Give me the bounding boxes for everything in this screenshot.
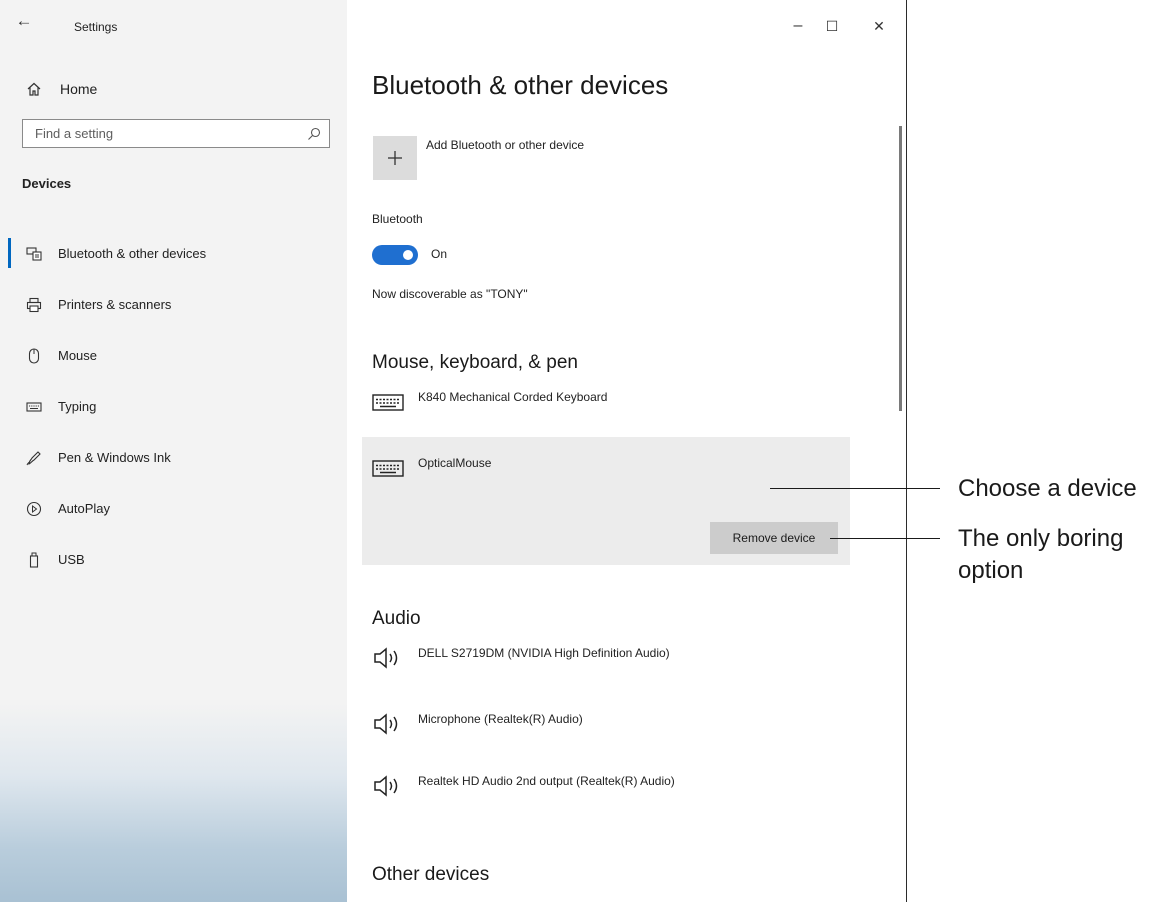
sidebar-item-pen[interactable]: Pen & Windows Ink <box>0 432 347 483</box>
device-item-selected[interactable]: OpticalMouse <box>372 453 491 483</box>
sidebar-item-typing[interactable]: Typing <box>0 381 347 432</box>
remove-device-button[interactable]: Remove device <box>710 522 838 554</box>
bluetooth-label: Bluetooth <box>372 212 423 226</box>
sidebar-item-label: Typing <box>58 399 97 414</box>
device-name: Realtek HD Audio 2nd output (Realtek(R) … <box>418 774 675 788</box>
callout-choose-device: Choose a device <box>958 475 1137 502</box>
sidebar-section-label: Devices <box>22 176 72 191</box>
device-item[interactable]: DELL S2719DM (NVIDIA High Definition Aud… <box>372 643 670 673</box>
settings-window: ← Settings Home Devices Bluetooth & othe… <box>0 0 907 902</box>
sidebar-item-label: Bluetooth & other devices <box>58 246 207 261</box>
discoverable-text: Now discoverable as "TONY" <box>372 287 528 301</box>
keyboard-icon <box>24 401 44 412</box>
search-box[interactable] <box>22 119 330 148</box>
sidebar-item-label: AutoPlay <box>58 501 111 516</box>
keyboard-icon <box>372 387 408 417</box>
mouse-icon <box>24 347 44 364</box>
callout-line-remove <box>830 538 940 539</box>
sidebar-item-label: Pen & Windows Ink <box>58 450 171 465</box>
device-name: DELL S2719DM (NVIDIA High Definition Aud… <box>418 646 670 660</box>
callout-boring-option-line2: option <box>958 557 1024 584</box>
sidebar: ← Settings Home Devices Bluetooth & othe… <box>0 0 347 902</box>
page-title: Bluetooth & other devices <box>372 70 669 100</box>
callout-boring-option-line1: The only boring <box>958 525 1124 552</box>
pen-icon <box>24 450 44 466</box>
scrollbar-thumb[interactable] <box>899 126 902 411</box>
sidebar-item-bluetooth[interactable]: Bluetooth & other devices <box>0 228 347 279</box>
section-title-other-devices: Other devices <box>372 864 490 885</box>
home-icon <box>22 81 46 97</box>
speaker-icon <box>372 771 408 801</box>
sidebar-nav: Bluetooth & other devices Printers & sca… <box>0 228 347 585</box>
back-arrow-icon[interactable]: ← <box>12 10 36 34</box>
device-name: OpticalMouse <box>418 456 492 470</box>
sidebar-item-mouse[interactable]: Mouse <box>0 330 347 381</box>
speaker-icon <box>372 643 408 673</box>
device-name: Microphone (Realtek(R) Audio) <box>418 712 583 726</box>
section-title-audio: Audio <box>372 608 421 629</box>
usb-icon <box>24 552 44 568</box>
plus-icon <box>388 151 402 165</box>
bluetooth-state: On <box>431 247 448 261</box>
speaker-icon <box>372 709 408 739</box>
bluetooth-toggle[interactable] <box>372 245 418 265</box>
callout-line-choose-device <box>770 488 940 489</box>
device-item[interactable]: K840 Mechanical Corded Keyboard <box>372 387 607 417</box>
sidebar-item-label: Mouse <box>58 348 98 363</box>
sidebar-item-usb[interactable]: USB <box>0 534 347 585</box>
autoplay-icon <box>24 501 44 517</box>
sidebar-item-label: Printers & scanners <box>58 297 172 312</box>
add-device-label[interactable]: Add Bluetooth or other device <box>426 138 584 152</box>
bluetooth-devices-icon <box>24 246 44 261</box>
sidebar-item-label: USB <box>58 552 85 567</box>
search-input[interactable] <box>23 119 299 148</box>
device-item[interactable]: Microphone (Realtek(R) Audio) <box>372 709 583 739</box>
device-name: K840 Mechanical Corded Keyboard <box>418 390 608 404</box>
sidebar-item-home[interactable]: Home <box>22 74 322 104</box>
add-device-button[interactable] <box>373 136 417 180</box>
home-label: Home <box>60 81 98 97</box>
sidebar-item-autoplay[interactable]: AutoPlay <box>0 483 347 534</box>
section-title-mouse-keyboard-pen: Mouse, keyboard, & pen <box>372 352 578 373</box>
keyboard-icon <box>372 453 408 483</box>
toggle-knob <box>403 250 413 260</box>
device-item[interactable]: Realtek HD Audio 2nd output (Realtek(R) … <box>372 771 675 801</box>
printer-icon <box>24 297 44 313</box>
sidebar-item-printers[interactable]: Printers & scanners <box>0 279 347 330</box>
search-icon[interactable] <box>299 127 329 141</box>
app-title: Settings <box>74 20 118 34</box>
main-content: Bluetooth & other devices Add Bluetooth … <box>347 0 905 902</box>
